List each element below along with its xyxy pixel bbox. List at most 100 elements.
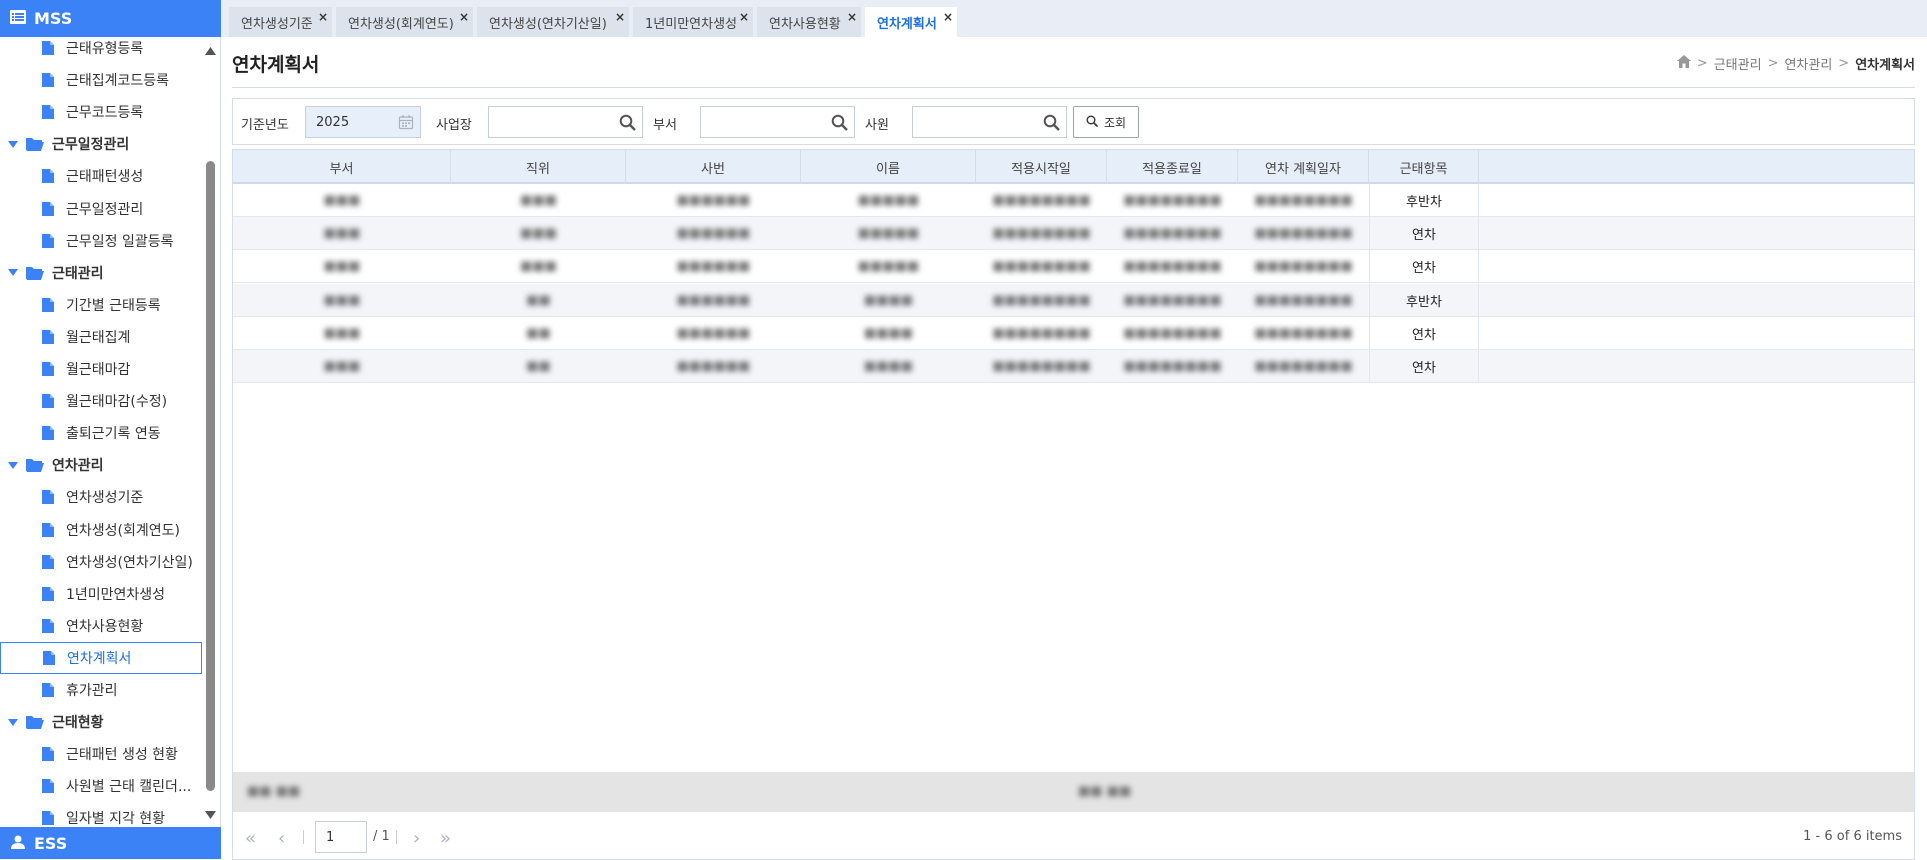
sidebar-item[interactable]: 사원별 근태 캘린더... [0,770,202,802]
sidebar-group[interactable]: 근무일정관리 [0,128,202,160]
sidebar-item[interactable]: 근무일정관리 [0,193,202,225]
cell-plan: ■■■■■■■■ [1254,259,1353,275]
sidebar-item[interactable]: 연차생성(회계연도) [0,514,202,546]
prev-page-icon[interactable]: ‹ [278,828,285,849]
tab[interactable]: 연차생성(연차기산일) × [477,7,629,37]
sidebar-item[interactable]: 연차생성기준 [0,481,202,513]
breadcrumb-item[interactable]: 근태관리 [1714,54,1762,73]
home-icon[interactable] [1676,55,1691,72]
column-header[interactable]: 적용시작일 [976,150,1107,184]
column-header[interactable]: 근태항목 [1369,150,1479,184]
first-page-icon[interactable]: « [245,828,256,849]
close-icon[interactable]: × [847,10,857,24]
grid-header: 부서 직위 사번 이름 적용시작일 적용종료일 연차 계획일자 근태항목 [233,150,1914,184]
sidebar-group[interactable]: 근태관리 [0,257,202,289]
sidebar-item[interactable]: 출퇴근기록 연동 [0,417,202,449]
sidebar-item[interactable]: 근태집계코드등록 [0,64,202,96]
sidebar-item[interactable]: 연차계획서 [0,641,202,674]
scroll-up-arrow-icon[interactable] [205,43,216,59]
sidebar-header-mss[interactable]: MSS [0,0,221,37]
close-icon[interactable]: × [318,10,328,24]
cell-name: ■■■■ [863,325,914,341]
scroll-thumb[interactable] [206,161,215,791]
tab[interactable]: 연차사용현황 × [757,7,861,37]
sidebar-item[interactable]: 연차사용현황 [0,610,202,642]
table-row[interactable]: ■■■ ■■■ ■■■■■■ ■■■■■ ■■■■■■■■ ■■■■■■■■ ■■■■■■■… [233,217,1914,251]
page-number-input[interactable]: 1 [315,821,367,853]
sidebar-item[interactable]: 근태패턴 생성 현황 [0,738,202,770]
column-header[interactable]: 이름 [801,150,976,184]
site-input[interactable] [488,106,643,138]
sidebar-item[interactable]: 휴가관리 [0,674,202,706]
search-icon[interactable] [619,114,636,135]
search-icon [1086,115,1099,130]
sidebar-header-ess[interactable]: ESS [0,827,221,859]
cell-pos: ■■ [526,292,551,308]
sidebar-item[interactable]: 월근태마감(수정) [0,385,202,417]
sidebar-item[interactable]: 기간별 근태등록 [0,289,202,321]
table-row[interactable]: ■■■ ■■■ ■■■■■■ ■■■■■ ■■■■■■■■ ■■■■■■■■ ■■■■■■■… [233,250,1914,284]
sidebar-item[interactable]: 연차생성(연차기산일) [0,546,202,578]
cell-end: ■■■■■■■■ [1123,325,1222,341]
calendar-icon[interactable] [398,114,414,134]
close-icon[interactable]: × [943,10,953,24]
column-header[interactable]: 사번 [626,150,801,184]
cell-dept: ■■■ [323,193,361,208]
close-icon[interactable]: × [615,10,625,24]
next-page-icon[interactable]: › [413,828,420,849]
page-title: 연차계획서 [232,54,320,76]
last-page-icon[interactable]: » [440,828,451,849]
year-value: 2025 [316,114,350,130]
cell-end: ■■■■■■■■ [1123,226,1222,242]
sidebar-item[interactable]: 근무코드등록 [0,96,202,128]
sidebar-item[interactable]: 근태유형등록 [0,37,202,64]
caret-down-icon[interactable] [8,461,18,469]
caret-down-icon[interactable] [8,140,18,148]
search-icon[interactable] [1043,114,1060,135]
cell-dept: ■■■ [323,259,361,275]
cell-start: ■■■■■■■■ [992,292,1091,308]
close-icon[interactable]: × [459,10,469,24]
table-row[interactable]: ■■■ ■■■ ■■■■■■ ■■■■■ ■■■■■■■■ ■■■■■■■■ ■■■■■■■… [233,184,1914,217]
tab[interactable]: 연차생성기준 × [229,7,332,37]
sidebar-item[interactable]: 월근태마감 [0,353,202,385]
search-icon[interactable] [831,114,848,135]
sidebar-group[interactable]: 연차관리 [0,449,202,481]
caret-down-icon[interactable] [8,718,18,726]
column-header[interactable]: 적용종료일 [1107,150,1238,184]
page-total: / 1 [373,829,390,844]
close-icon[interactable]: × [739,10,749,24]
sidebar-item[interactable]: 근태패턴생성 [0,160,202,192]
folder-open-icon [26,266,44,280]
caret-down-icon[interactable] [8,269,18,277]
folder-open-icon [26,458,44,473]
grid-summary-row: ■■ ■■ ■■ ■■ [233,772,1914,812]
column-header[interactable]: 부서 [233,150,451,184]
scroll-down-arrow-icon[interactable] [205,807,216,823]
dept-input[interactable] [700,106,855,138]
sidebar-item[interactable]: 일자별 지각 현황 [0,802,202,827]
sidebar-item-label: 월근태집계 [66,329,131,346]
tab[interactable]: 연차계획서 × [865,7,957,37]
table-row[interactable]: ■■■ ■■ ■■■■■■ ■■■■ ■■■■■■■■ ■■■■■■■■ ■■■■■■■■ 연… [233,350,1914,383]
sidebar-item[interactable]: 근무일정 일괄등록 [0,225,202,257]
column-header[interactable]: 직위 [451,150,626,184]
query-button[interactable]: 조회 [1073,106,1139,138]
sidebar-group[interactable]: 근태현황 [0,706,202,738]
employee-input[interactable] [912,106,1067,138]
table-row[interactable]: ■■■ ■■ ■■■■■■ ■■■■ ■■■■■■■■ ■■■■■■■■ ■■■■■■■■ 연… [233,316,1914,350]
sidebar-item[interactable]: 월근태집계 [0,321,202,353]
sidebar-scrollbar[interactable] [203,37,218,827]
document-icon [42,233,54,248]
sidebar-item[interactable]: 1년미만연차생성 [0,578,202,610]
breadcrumb-item[interactable]: 연차관리 [1784,54,1832,73]
cell-pos: ■■■ [520,259,557,275]
column-header[interactable]: 연차 계획일자 [1238,150,1369,184]
year-input[interactable]: 2025 [305,106,421,138]
cell-end: ■■■■■■■■ [1123,259,1222,275]
document-icon [42,329,54,344]
table-row[interactable]: ■■■ ■■ ■■■■■■ ■■■■ ■■■■■■■■ ■■■■■■■■ ■■■■■■■■ 후… [233,283,1914,317]
user-icon [10,834,34,853]
tab[interactable]: 연차생성(회계연도) × [336,7,473,37]
tab[interactable]: 1년미만연차생성 × [633,7,753,37]
